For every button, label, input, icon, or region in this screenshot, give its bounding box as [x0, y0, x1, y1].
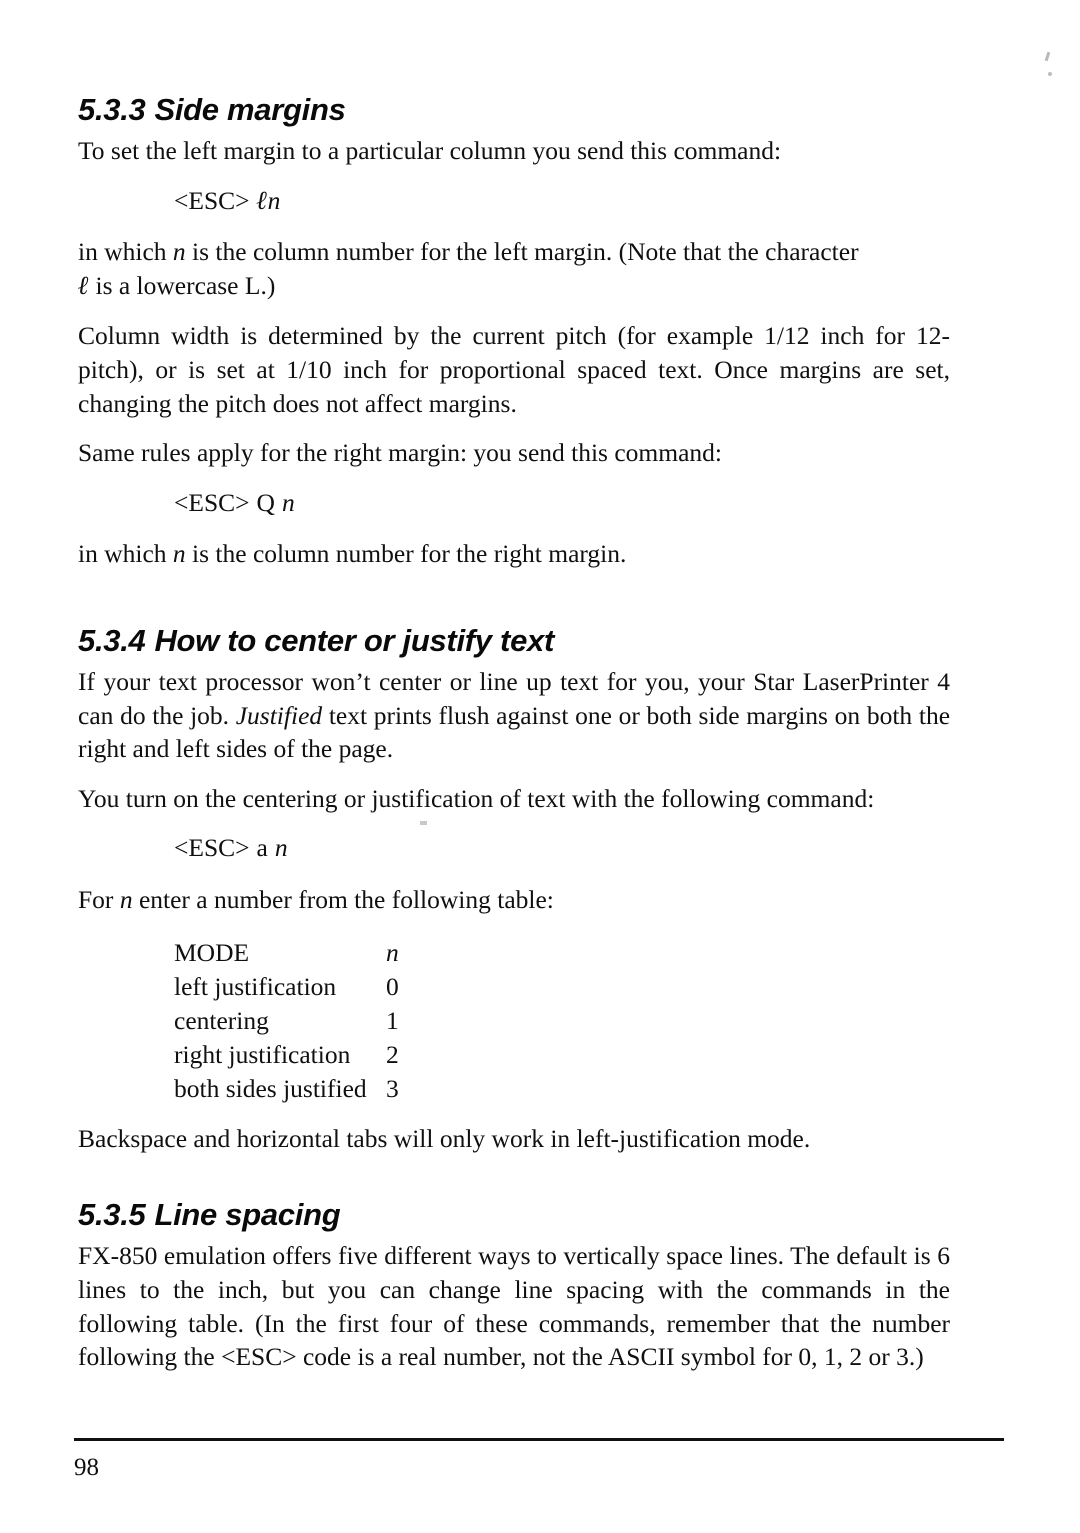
section-number: 5.3.4	[78, 622, 146, 658]
table-cell-mode: left justification	[174, 972, 337, 1002]
command-esc: <ESC>	[174, 185, 250, 215]
section-number: 5.3.3	[78, 92, 146, 127]
paragraph-533-4: in which n is the column number for the …	[78, 537, 950, 571]
command-letter: Q	[256, 488, 275, 518]
command-esc: <ESC>	[174, 833, 250, 863]
table-row: centering 1	[174, 1004, 950, 1038]
section-title: Line spacing	[154, 1197, 341, 1233]
table-cell-mode: right justification	[174, 1039, 351, 1069]
table-cell-mode: centering	[174, 1006, 269, 1036]
command-n: n	[281, 488, 295, 518]
text-fragment: is the column number for the left margin…	[185, 237, 859, 267]
command-right-margin: <ESC> Qn	[174, 486, 950, 519]
table-cell-n: 3	[386, 1073, 399, 1103]
table-row: both sides justified 3	[174, 1072, 950, 1106]
italic-n: n	[172, 237, 186, 267]
table-header-mode: MODE	[174, 938, 250, 968]
table-cell-mode: both sides justified	[174, 1073, 367, 1103]
table-row: right justification 2	[174, 1038, 950, 1072]
command-letter: a	[256, 833, 268, 863]
text-fragment: in which	[78, 237, 173, 267]
section-heading-533: 5.3.3 Side margins	[78, 92, 950, 128]
scan-artifact	[1048, 72, 1052, 76]
text-fragment: is the column number for the right margi…	[185, 539, 627, 569]
table-cell-n: 1	[386, 1006, 399, 1036]
italic-n: n	[119, 884, 133, 914]
footer-divider	[74, 1438, 1004, 1441]
table-cell-n: 0	[386, 972, 399, 1002]
mode-table: MODE n left justification 0 centering 1 …	[174, 936, 950, 1106]
paragraph-533-2: Column width is determined by the curren…	[78, 321, 950, 418]
section-number: 5.3.5	[78, 1197, 146, 1233]
paragraph-534-4: Backspace and horizontal tabs will only …	[78, 1123, 811, 1153]
section-heading-535: 5.3.5 Line spacing	[78, 1197, 950, 1233]
italic-n: n	[172, 539, 186, 569]
table-header-row: MODE n	[174, 936, 950, 970]
section-heading-534: 5.3.4 How to center or justify text	[78, 623, 950, 659]
command-n: n	[274, 833, 288, 863]
table-row: left justification 0	[174, 970, 950, 1004]
paragraph-533-intro: To set the left margin to a particular c…	[78, 136, 782, 165]
command-esc: <ESC>	[174, 488, 250, 518]
command-justify: <ESC> a n	[174, 831, 950, 864]
command-slash-l: ℓ	[256, 185, 268, 215]
text-fragment: in which	[78, 539, 173, 569]
section-title: How to center or justify text	[154, 622, 554, 658]
paragraph-534-1: If your text processor won’t center or l…	[78, 665, 950, 766]
table-cell-n: 2	[386, 1039, 399, 1069]
page-number: 98	[74, 1454, 99, 1481]
table-header-n: n	[386, 938, 399, 968]
inline-slash-l: ℓ	[78, 271, 90, 301]
document-page: 5.3.3 Side margins To set the left margin…	[0, 0, 1080, 1533]
text-fragment: For	[78, 884, 120, 914]
text-fragment: enter a number from the following table:	[132, 884, 554, 914]
command-left-margin: <ESC> ℓn	[174, 184, 950, 218]
scan-artifact	[420, 821, 427, 825]
paragraph-535-1: FX-850 emulation offers five different w…	[78, 1241, 950, 1372]
italic-justified: Justified	[235, 700, 323, 730]
paragraph-534-3: For n enter a number from the following …	[78, 883, 950, 917]
paragraph-534-2: You turn on the centering or justificati…	[78, 783, 875, 813]
section-title: Side margins	[154, 92, 346, 127]
command-n: n	[267, 185, 281, 215]
text-fragment: is a lowercase L.)	[89, 271, 276, 301]
paragraph-533-3: Same rules apply for the right margin: y…	[78, 438, 722, 468]
paragraph-533-1: in which n is the column number for the …	[78, 235, 950, 303]
